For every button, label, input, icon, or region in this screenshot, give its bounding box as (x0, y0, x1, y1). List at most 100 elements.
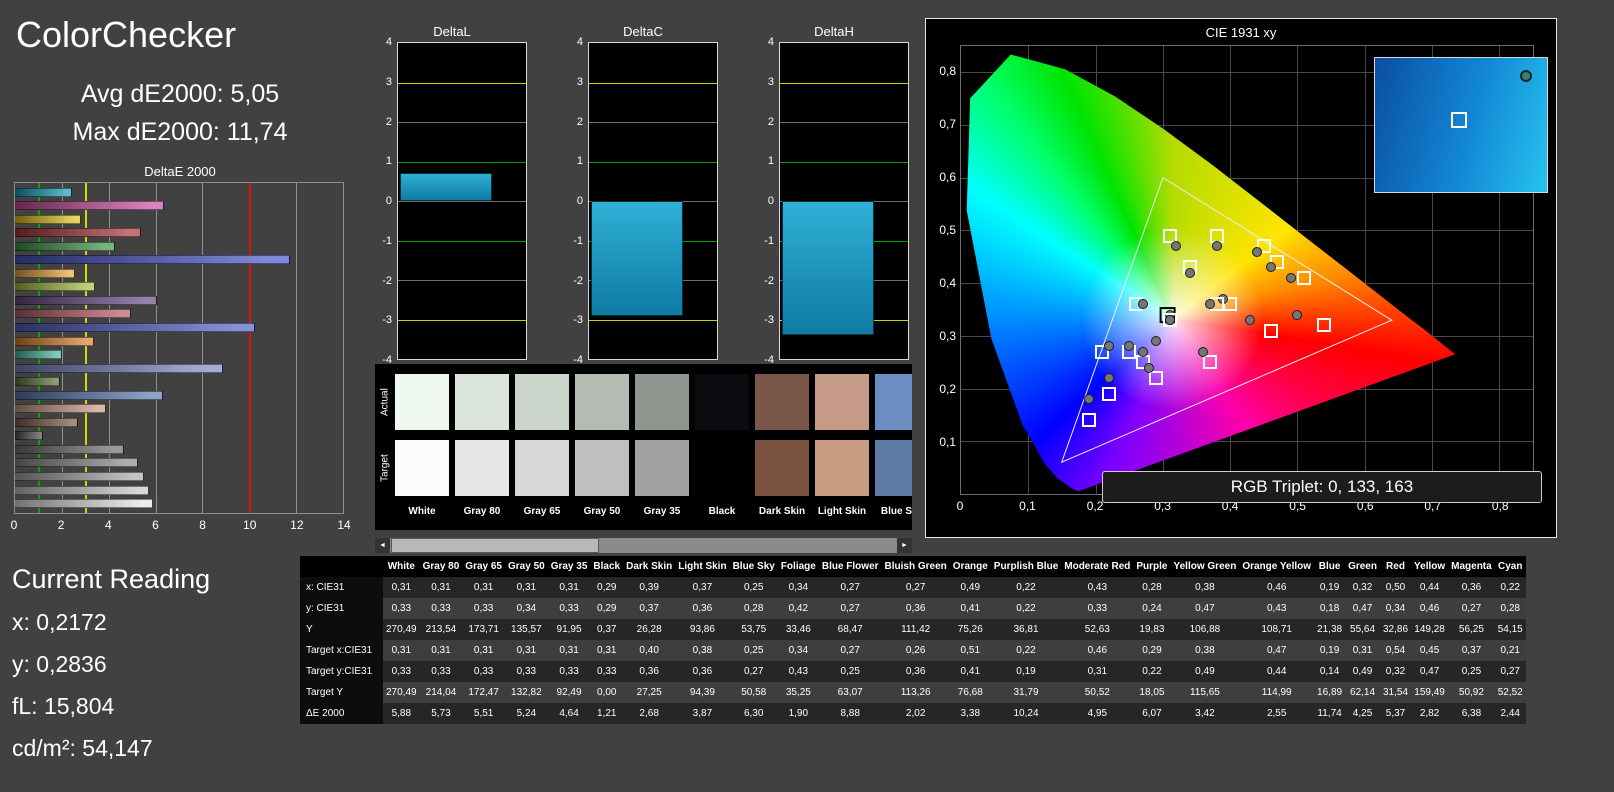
swatch-actual-gray-65[interactable] (515, 374, 569, 430)
table-cell: 0,31 (419, 577, 463, 598)
table-cell: 36,81 (990, 619, 1062, 640)
table-cell: 0,50 (1379, 577, 1412, 598)
grid-line (780, 161, 908, 163)
table-cell: 0,14 (1314, 661, 1346, 682)
swatch-actual-white[interactable] (395, 374, 449, 430)
scrollbar-thumb[interactable] (391, 538, 599, 553)
deltaL-plot-area (397, 42, 527, 360)
column-header: Blue Flower (818, 556, 882, 577)
swatch-actual-gray-80[interactable] (455, 374, 509, 430)
y-tick-label: 3 (576, 75, 583, 88)
column-header: Purple (1133, 556, 1171, 577)
column-header: White (383, 556, 420, 577)
table-cell: 0,22 (990, 598, 1062, 619)
cie-measured-point (1104, 373, 1115, 384)
table-cell: 0,18 (1314, 598, 1346, 619)
swatch-target-white[interactable] (395, 440, 449, 496)
table-cell: 111,42 (881, 619, 950, 640)
table-cell: 2,44 (1494, 703, 1526, 724)
table-cell: 0,33 (1061, 598, 1134, 619)
y-tick-label: -2 (764, 274, 774, 287)
current-reading-title: Current Reading (12, 564, 211, 594)
table-cell: 0,27 (881, 577, 950, 598)
table-cell: 0,37 (1448, 640, 1495, 661)
table-cell: 4,64 (547, 703, 591, 724)
table-cell: 1,21 (590, 703, 624, 724)
column-header: Black (590, 556, 624, 577)
table-cell: 0,31 (462, 640, 505, 661)
swatch-target-gray-35[interactable] (635, 440, 689, 496)
table-cell: 55,64 (1345, 619, 1380, 640)
deltal-bar (400, 173, 493, 201)
swatch-target-blue-sky[interactable] (875, 440, 912, 496)
deltaE-chart-title: DeltaE 2000 (144, 164, 216, 179)
grid-line (398, 319, 526, 321)
swatch-actual-gray-35[interactable] (635, 374, 689, 430)
swatch-target-gray-50[interactable] (575, 440, 629, 496)
table-cell: 0,33 (419, 661, 463, 682)
current-reading-y: y: 0,2836 (12, 651, 107, 677)
table-cell: 0,31 (547, 640, 591, 661)
table-cell: 0,31 (505, 640, 548, 661)
swatch-actual-black[interactable] (695, 374, 749, 430)
table-cell: 21,38 (1314, 619, 1346, 640)
column-header: Gray 65 (462, 556, 505, 577)
deltaE-bar-orange-yellow (15, 268, 75, 278)
swatch-target-black[interactable] (695, 440, 749, 496)
cie-target-point (1149, 371, 1164, 386)
table-cell: 0,46 (1239, 577, 1315, 598)
swatch-actual-blue-sky[interactable] (875, 374, 912, 430)
scrollbar-left-arrow-icon[interactable]: ◄ (375, 538, 390, 553)
table-cell: 270,49 (383, 682, 420, 703)
scrollbar-right-arrow-icon[interactable]: ► (897, 538, 912, 553)
y-tick-label: 0 (576, 195, 583, 207)
swatch-target-gray-65[interactable] (515, 440, 569, 496)
swatch-actual-gray-50[interactable] (575, 374, 629, 430)
table-cell: 0,34 (505, 598, 548, 619)
table-cell: 0,43 (1239, 598, 1315, 619)
table-cell: 0,54 (1379, 640, 1412, 661)
max-de2000-stat: Max dE2000: 11,74 (72, 118, 288, 146)
table-cell: 0,29 (590, 577, 624, 598)
deltaH-chart: DeltaH 4 3 2 1 0 -1 -2 -3 -4 (757, 24, 911, 366)
table-cell: 106,88 (1170, 619, 1240, 640)
y-tick-label: -1 (573, 234, 583, 247)
table-cell: 0,27 (729, 661, 778, 682)
table-cell: 0,49 (1170, 661, 1240, 682)
y-tick-label: 0,8 (939, 64, 956, 79)
table-cell: 0,38 (1170, 640, 1240, 661)
cie-measured-point (1204, 299, 1215, 310)
column-header: Cyan (1494, 556, 1526, 577)
table-cell: 52,63 (1061, 619, 1134, 640)
table-cell: 0,36 (675, 661, 730, 682)
swatch-scrollbar[interactable]: ◄ ► (375, 538, 912, 553)
y-tick-label: 0 (385, 195, 392, 207)
avg-de2000-stat: Avg dE2000: 5,05 (80, 80, 280, 108)
deltaE-bar-blue (15, 255, 291, 265)
inset-target-point (1450, 111, 1467, 128)
swatch-target-gray-80[interactable] (455, 440, 509, 496)
cie-measured-point (1137, 299, 1148, 310)
table-cell: 0,49 (1345, 661, 1380, 682)
cie-target-point (1102, 386, 1117, 401)
cie-measured-point (1184, 267, 1195, 278)
swatch-label: Gray 65 (523, 506, 561, 517)
swatch-target-dark-skin[interactable] (755, 440, 809, 496)
swatch-actual-light-skin[interactable] (815, 374, 869, 430)
table-cell: 0,36 (881, 661, 950, 682)
grid-line (398, 161, 526, 163)
deltaC-title: DeltaC (623, 24, 663, 39)
table-cell: 159,49 (1411, 682, 1449, 703)
swatch-target-light-skin[interactable] (815, 440, 869, 496)
table-cell: 0,33 (547, 661, 591, 682)
table-cell: 0,31 (590, 640, 624, 661)
cie-measured-point (1265, 262, 1276, 273)
deltaE-bar-light-skin (15, 404, 106, 414)
table-cell: 94,39 (675, 682, 730, 703)
table-cell: 0,19 (990, 661, 1062, 682)
table-cell: 53,75 (729, 619, 778, 640)
column-header: Blue (1314, 556, 1346, 577)
y-tick-label: 4 (767, 36, 774, 48)
swatch-actual-dark-skin[interactable] (755, 374, 809, 430)
grid-line (398, 240, 526, 242)
